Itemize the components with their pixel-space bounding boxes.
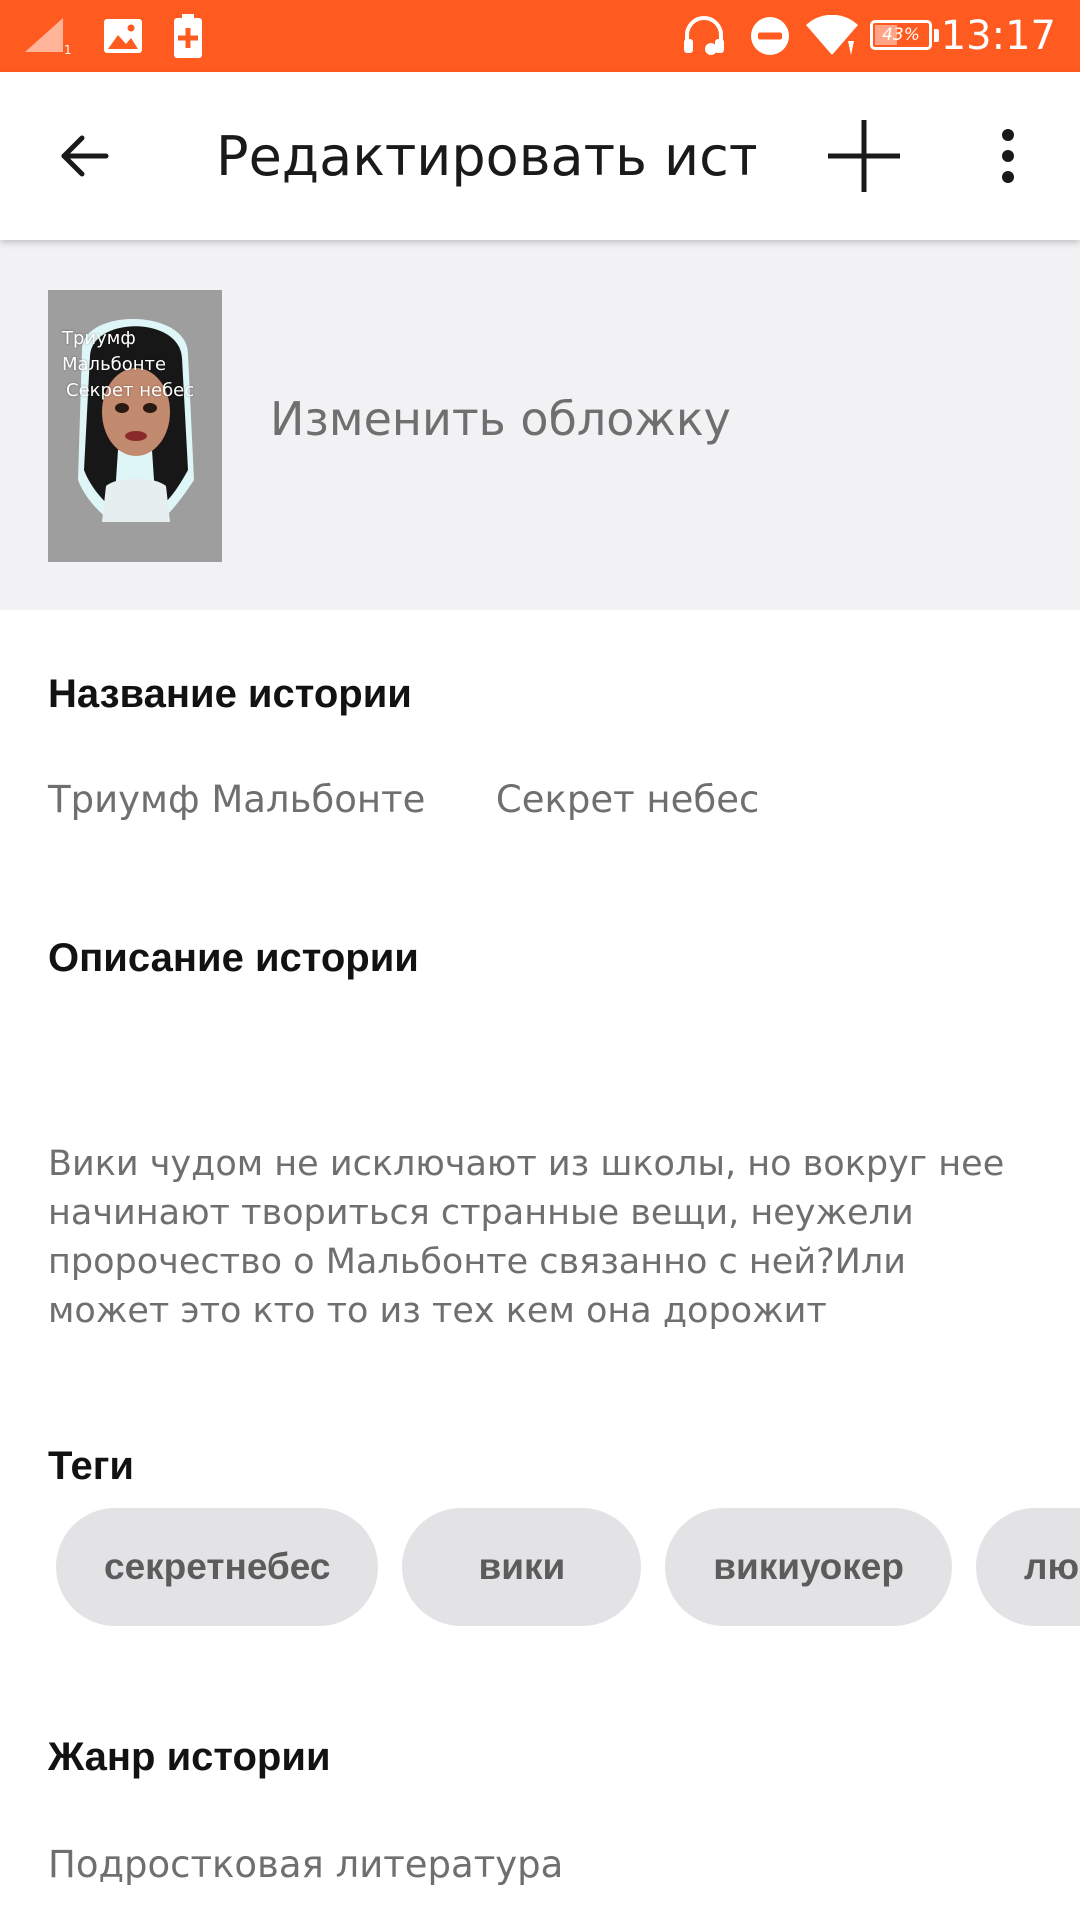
tag-chip[interactable]: вики [402, 1508, 642, 1626]
story-title-heading: Название истории [48, 672, 412, 716]
battery-cap [934, 29, 939, 42]
status-bar: 1 43% 13:17 [0, 0, 1080, 72]
genre-field[interactable]: Подростковая литература [48, 1843, 563, 1886]
tag-chip[interactable]: секретнебес [56, 1508, 379, 1626]
plus-icon[interactable] [816, 72, 912, 240]
cover-text-line: Секрет небес [66, 380, 195, 401]
tag-chip[interactable]: викиуокер [665, 1508, 952, 1626]
battery-percent: 43% [882, 25, 920, 45]
signal-icon: 1 [22, 0, 76, 72]
page-title: Редактировать исто… [216, 124, 756, 188]
genre-heading: Жанр истории [48, 1735, 331, 1779]
tag-chip[interactable]: люци [975, 1508, 1080, 1626]
app-bar: Редактировать исто… [0, 72, 1080, 240]
more-vert-icon[interactable] [960, 72, 1056, 240]
change-cover-button[interactable]: Изменить обложку [270, 392, 731, 446]
wifi-icon [804, 0, 860, 72]
headset-icon [680, 0, 728, 72]
battery-saver-icon [170, 0, 206, 72]
arrow-left-icon[interactable] [36, 72, 132, 240]
cover-thumbnail[interactable]: Триумф Мальбонте Секрет небес [48, 290, 222, 562]
story-description-field[interactable]: Вики чудом не исключают из школы, но вок… [48, 1140, 1008, 1336]
status-time: 13:17 [940, 13, 1056, 59]
tags-heading: Теги [48, 1444, 134, 1488]
do-not-disturb-icon [748, 0, 792, 72]
story-description-heading: Описание истории [48, 936, 419, 980]
story-title-field[interactable]: Триумф Мальбонте Секрет небес [48, 778, 759, 821]
tags-row: секретнебесвикивикиуокерлюци [56, 1508, 1080, 1628]
cover-section: Триумф Мальбонте Секрет небес Изменить о… [0, 240, 1080, 610]
image-notification-icon [100, 0, 146, 72]
cover-text-line: Триумф [62, 328, 136, 349]
battery-icon: 43% [870, 20, 932, 50]
cover-text-line: Мальбонте [62, 354, 167, 375]
svg-text:1: 1 [64, 43, 72, 56]
